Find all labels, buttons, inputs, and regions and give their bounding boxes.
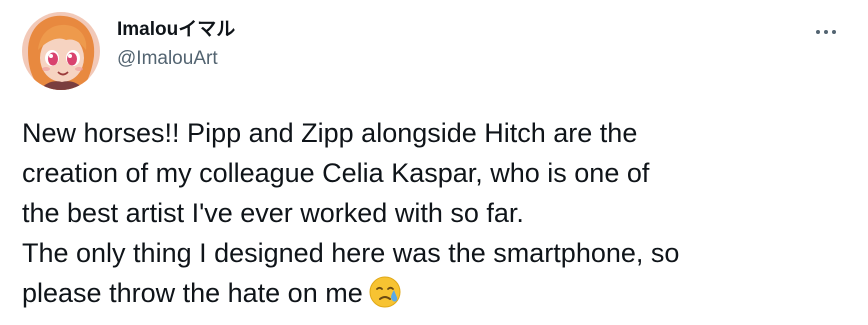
tweet-text-last-line: please throw the hate on me: [22, 273, 852, 319]
tweet-text-line: The only thing I designed here was the s…: [22, 238, 680, 268]
tweet-text-line: please throw the hate on me: [22, 278, 363, 308]
tweet-text-line: New horses!! Pipp and Zipp alongside Hit…: [22, 118, 638, 148]
tweet-text-line: creation of my colleague Celia Kaspar, w…: [22, 158, 650, 188]
ellipsis-icon: [814, 30, 838, 34]
tweet-text-line: the best artist I've ever worked with so…: [22, 198, 524, 228]
downcast-face-with-sweat-emoji: [369, 276, 401, 319]
author-info: Imalouイマル @ImalouArt: [117, 18, 235, 71]
avatar[interactable]: [22, 12, 100, 90]
display-name[interactable]: Imalouイマル: [117, 18, 235, 42]
tweet-text: New horses!! Pipp and Zipp alongside Hit…: [22, 113, 852, 319]
more-options-button[interactable]: [806, 18, 846, 46]
anime-girl-avatar-icon: [22, 12, 100, 90]
tweet: Imalouイマル @ImalouArt New horses!! Pipp a…: [0, 0, 868, 325]
user-handle[interactable]: @ImalouArt: [117, 47, 235, 71]
